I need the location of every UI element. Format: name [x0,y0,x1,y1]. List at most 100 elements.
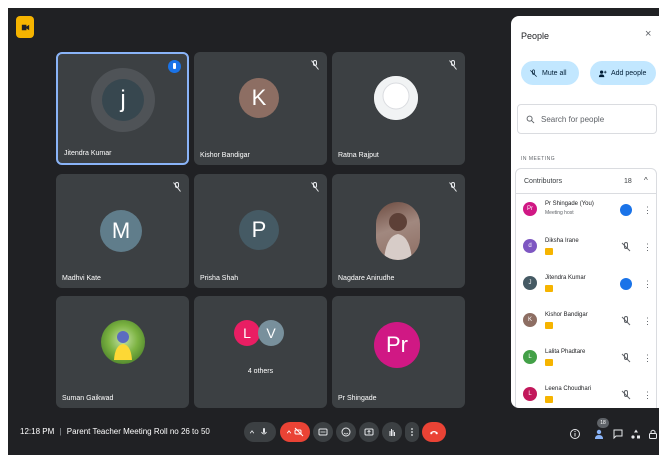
participant-row[interactable]: d Diksha Irane ⋮ [516,231,656,268]
avatar-initial: Pr [386,332,408,357]
meeting-title: Parent Teacher Meeting Roll no 26 to 50 [66,427,210,436]
badge-icon [545,322,553,329]
search-people-input[interactable]: Search for people [517,104,657,134]
avatar: L [234,320,260,346]
badge-icon [545,285,553,292]
participant-name: Jitendra Kumar [545,275,586,281]
more-options-button[interactable] [405,422,419,442]
avatar-initial: L [243,325,251,341]
profile-photo [376,202,420,260]
app-logo [16,16,34,38]
avatar-initial: j [120,86,126,113]
person-add-icon [598,70,607,77]
more-options-icon[interactable]: ⋮ [643,203,652,217]
camera-off-button[interactable] [280,422,310,442]
add-people-label: Add people [611,69,647,77]
mic-off-icon [621,353,631,363]
chevron-up-icon: ^ [644,176,648,185]
participant-tile-kishor[interactable]: K Kishor Bandigar [194,52,327,165]
participant-tile-pr-shingade[interactable]: Pr Pr Shingade [332,296,465,408]
hand-icon [389,429,395,436]
avatar-initial: L [528,391,532,397]
more-options-icon[interactable]: ⋮ [643,351,652,365]
mic-icon [261,428,267,435]
people-button[interactable] [593,427,605,439]
chevron-up-icon [286,430,292,434]
meeting-info: 12:18 PM | Parent Teacher Meeting Roll n… [20,427,210,436]
profile-photo [101,320,145,364]
avatar: d [523,239,537,253]
mic-off-icon [621,242,631,252]
mic-off-icon [311,182,319,192]
raise-hand-button[interactable] [382,422,402,442]
mute-all-button[interactable]: Mute all [521,61,579,85]
participant-tile-nagdare[interactable]: Nagdare Anirudhe [332,174,465,288]
current-time: 12:18 PM [20,427,55,436]
mute-all-label: Mute all [542,69,567,77]
avatar-initial: M [111,218,131,243]
participant-row[interactable]: J Jitendra Kumar ⋮ [516,268,656,305]
mic-off-icon [311,60,319,70]
participant-tile-suman[interactable]: Suman Gaikwad [56,296,189,408]
captions-button[interactable] [313,422,333,442]
more-options-icon[interactable]: ⋮ [643,240,652,254]
lock-icon [649,429,657,439]
chat-button[interactable] [612,427,624,440]
meeting-details-button[interactable] [569,427,581,439]
participant-row[interactable]: K Kishor Bandigar ⋮ [516,305,656,342]
avatar-initial: Pr [527,206,533,212]
participant-name: Kishor Bandigar [200,152,250,159]
participant-name: Nagdare Anirudhe [338,275,395,282]
participant-row[interactable]: L Lalita Phadtare ⋮ [516,342,656,379]
default-avatar-icon [374,76,418,120]
participant-tile-prisha[interactable]: P Prisha Shah [194,174,327,288]
person-photo-icon [384,213,412,260]
video-off-icon [294,427,304,437]
activities-icon [631,429,640,439]
contributors-section-header[interactable]: Contributors 18 ^ [515,168,657,194]
panel-title: People [521,31,550,41]
participant-name: Suman Gaikwad [62,395,114,402]
contributors-label: Contributors [524,178,563,185]
participant-name: Lalita Phadtare [545,349,586,355]
host-controls-button[interactable] [647,427,659,439]
emoji-icon [341,427,351,437]
more-options-icon[interactable]: ⋮ [643,388,652,402]
avatar: Pr [374,322,420,368]
participant-tile-jitendra[interactable]: j Jitendra Kumar [56,52,189,165]
participant-row[interactable]: Pr Pr Shingade (You) Meeting host ⋮ [516,194,656,231]
participant-name: Madhvi Kate [62,275,101,282]
search-placeholder: Search for people [541,114,605,124]
audio-options-button[interactable] [244,422,276,442]
activities-button[interactable] [630,427,642,439]
people-panel: People × Mute all Add people Search for … [511,16,659,408]
badge-icon [545,359,553,366]
leave-call-button[interactable] [422,422,446,442]
badge-icon [545,396,553,403]
avatar-initial: d [528,243,532,249]
search-icon [526,115,535,123]
avatar: Pr [523,202,537,216]
participant-name: Leena Choudhari [545,386,592,392]
avatar: L [523,350,537,364]
meet-window: j Jitendra Kumar K Kishor Bandigar Ratna… [8,8,659,455]
more-options-icon[interactable]: ⋮ [643,277,652,291]
participant-tile-ratna[interactable]: Ratna Rajput [332,52,465,165]
participant-name: Pr Shingade (You) [545,201,594,207]
participant-row[interactable]: L Leena Choudhari ⋮ [516,379,656,408]
avatar-initial: K [527,317,532,323]
emoji-button[interactable] [336,422,356,442]
participant-tile-others[interactable]: L V 4 others [194,296,327,408]
avatar: L [523,387,537,401]
mic-off-icon [173,182,181,192]
bottom-toolbar: 12:18 PM | Parent Teacher Meeting Roll n… [8,407,659,455]
avatar-initial: J [528,280,532,286]
add-people-button[interactable]: Add people [590,61,656,85]
more-options-icon[interactable]: ⋮ [643,314,652,328]
present-button[interactable] [359,422,379,442]
participant-tile-madhvi[interactable]: M Madhvi Kate [56,174,189,288]
chat-icon [613,429,623,440]
close-icon[interactable]: × [645,28,655,40]
avatar [374,76,418,120]
speaking-indicator-icon [620,204,632,216]
